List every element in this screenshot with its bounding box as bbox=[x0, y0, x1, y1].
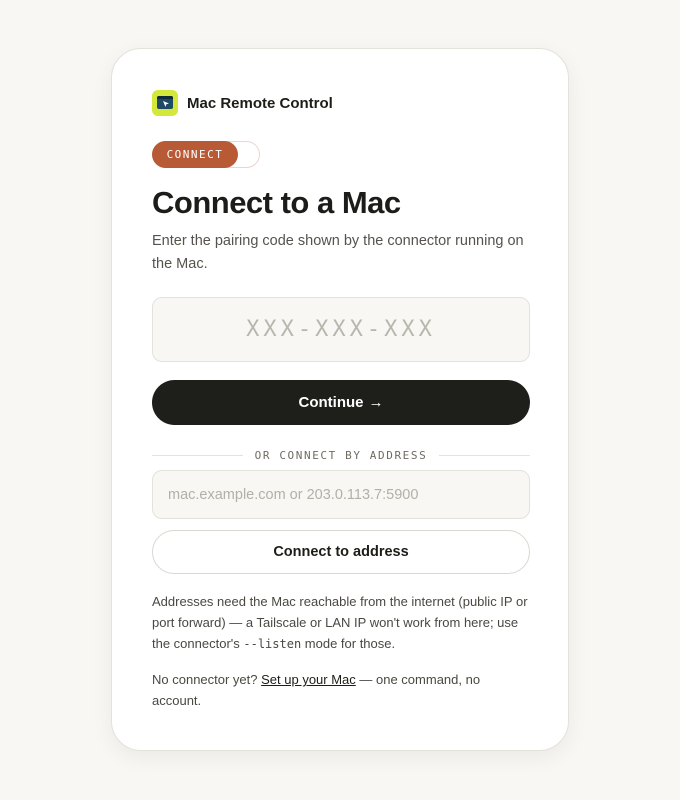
setup-mac-link[interactable]: Set up your Mac bbox=[261, 672, 356, 687]
listen-flag: --listen bbox=[243, 637, 302, 651]
pairing-code-input[interactable] bbox=[152, 297, 530, 362]
connect-to-address-button[interactable]: Connect to address bbox=[152, 530, 530, 574]
divider-label: OR CONNECT BY ADDRESS bbox=[254, 448, 428, 462]
monitor-cursor-icon bbox=[152, 90, 178, 116]
brand-header: Mac Remote Control bbox=[152, 90, 530, 116]
step-indicator: CONNECT bbox=[152, 141, 530, 168]
divider-line-right bbox=[439, 454, 530, 456]
footer-prefix: No connector yet? bbox=[152, 672, 262, 687]
address-input[interactable] bbox=[152, 470, 530, 519]
connect-card: Mac Remote Control CONNECT Connect to a … bbox=[111, 48, 569, 751]
setup-footer: No connector yet? Set up your Mac — one … bbox=[152, 669, 530, 711]
continue-button[interactable]: Continue → bbox=[152, 380, 530, 425]
note-text-2: mode for those. bbox=[301, 636, 396, 651]
step-badge: CONNECT bbox=[152, 141, 238, 168]
page-title: Connect to a Mac bbox=[152, 185, 401, 220]
divider-line-left bbox=[152, 454, 243, 456]
address-note: Addresses need the Mac reachable from th… bbox=[152, 591, 530, 655]
arrow-right-icon: → bbox=[368, 394, 384, 411]
app-name: Mac Remote Control bbox=[187, 94, 333, 112]
page-subtitle: Enter the pairing code shown by the conn… bbox=[152, 233, 524, 272]
address-divider: OR CONNECT BY ADDRESS bbox=[152, 447, 530, 463]
continue-label: Continue bbox=[298, 394, 364, 411]
